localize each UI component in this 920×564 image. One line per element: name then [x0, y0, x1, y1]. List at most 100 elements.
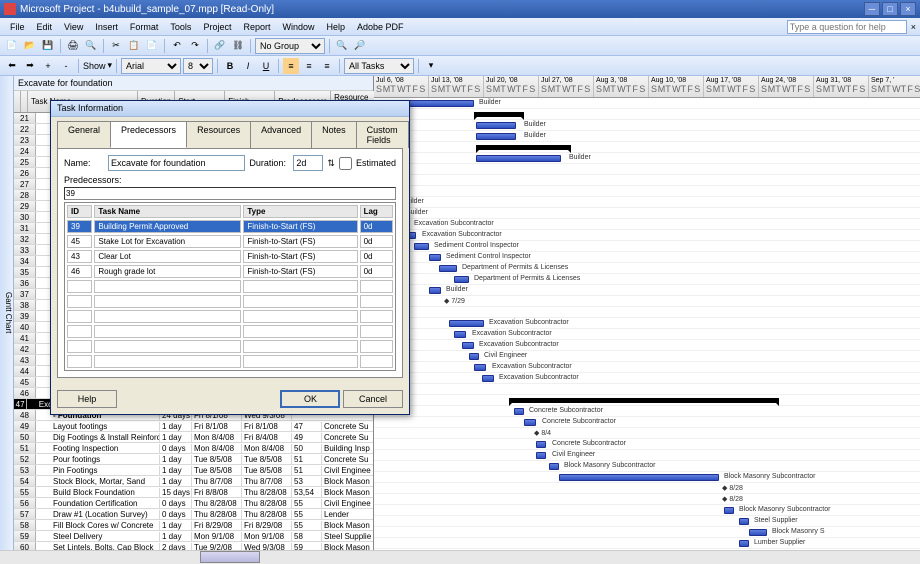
- expand-icon[interactable]: +: [40, 58, 56, 74]
- help-button[interactable]: Help: [57, 390, 117, 408]
- pred-row[interactable]: 39Building Permit ApprovedFinish-to-Star…: [67, 220, 393, 233]
- zoom-in-icon[interactable]: 🔍: [334, 38, 350, 54]
- underline-icon[interactable]: U: [258, 58, 274, 74]
- gantt-bar[interactable]: [476, 122, 516, 129]
- timescale-col[interactable]: Sep 7, 'SMTWTFS: [869, 76, 920, 97]
- fontsize-select[interactable]: 8: [183, 58, 213, 74]
- gantt-bar[interactable]: [414, 243, 429, 250]
- gantt-bar[interactable]: [482, 375, 494, 382]
- gantt-bar[interactable]: [514, 408, 524, 415]
- pred-row-empty[interactable]: [67, 355, 393, 368]
- pred-row-empty[interactable]: [67, 310, 393, 323]
- menu-insert[interactable]: Insert: [89, 20, 124, 34]
- cut-icon[interactable]: ✂: [108, 38, 124, 54]
- gantt-bar[interactable]: [454, 276, 469, 283]
- gantt-bar[interactable]: [454, 331, 466, 338]
- autofilter-icon[interactable]: ▾: [423, 58, 439, 74]
- tab-resources[interactable]: Resources: [186, 121, 251, 148]
- table-row[interactable]: 49Layout footings1 dayFri 8/1/08Fri 8/1/…: [14, 421, 373, 432]
- pred-col-task-name[interactable]: Task Name: [94, 205, 241, 218]
- task-name-input[interactable]: [108, 155, 245, 171]
- timescale-col[interactable]: Jul 20, '08SMTWTFS: [484, 76, 539, 97]
- undo-icon[interactable]: ↶: [169, 38, 185, 54]
- open-icon[interactable]: 📂: [22, 38, 38, 54]
- indent-icon[interactable]: ➡: [22, 58, 38, 74]
- menu-format[interactable]: Format: [124, 20, 165, 34]
- gantt-bar[interactable]: [739, 518, 749, 525]
- tab-predecessors[interactable]: Predecessors: [110, 121, 187, 148]
- gantt-bar[interactable]: [524, 419, 536, 426]
- pred-row-empty[interactable]: [67, 295, 393, 308]
- maximize-button[interactable]: □: [882, 2, 898, 16]
- pred-row[interactable]: 45Stake Lot for ExcavationFinish-to-Star…: [67, 235, 393, 248]
- close-button[interactable]: ×: [900, 2, 916, 16]
- zoom-out-icon[interactable]: 🔎: [352, 38, 368, 54]
- table-row[interactable]: 59Steel Delivery1 dayMon 9/1/08Mon 9/1/0…: [14, 531, 373, 542]
- gantt-bar[interactable]: [549, 463, 559, 470]
- pred-col-type[interactable]: Type: [243, 205, 357, 218]
- duration-input[interactable]: [293, 155, 323, 171]
- italic-icon[interactable]: I: [240, 58, 256, 74]
- timescale-col[interactable]: Aug 24, '08SMTWTFS: [759, 76, 814, 97]
- tab-general[interactable]: General: [57, 121, 111, 148]
- gantt-bar[interactable]: [449, 320, 484, 327]
- table-row[interactable]: 58Fill Block Cores w/ Concrete1 dayFri 8…: [14, 520, 373, 531]
- table-row[interactable]: 55Build Block Foundation15 daysFri 8/8/0…: [14, 487, 373, 498]
- print-icon[interactable]: 🖨: [65, 38, 81, 54]
- timescale-col[interactable]: Jul 27, '08SMTWTFS: [539, 76, 594, 97]
- table-row[interactable]: 60Set Lintels, Bolts, Cap Block2 daysTue…: [14, 542, 373, 550]
- gantt-bar[interactable]: [476, 155, 561, 162]
- cancel-button[interactable]: Cancel: [343, 390, 403, 408]
- preview-icon[interactable]: 🔍: [83, 38, 99, 54]
- save-icon[interactable]: 💾: [40, 38, 56, 54]
- pred-col-id[interactable]: ID: [67, 205, 92, 218]
- gantt-bar[interactable]: [536, 452, 546, 459]
- new-icon[interactable]: 📄: [4, 38, 20, 54]
- gantt-bar[interactable]: [474, 364, 486, 371]
- pred-row-empty[interactable]: [67, 280, 393, 293]
- menu-help[interactable]: Help: [320, 20, 351, 34]
- table-row[interactable]: 51Footing Inspection0 daysMon 8/4/08Mon …: [14, 443, 373, 454]
- table-row[interactable]: 50Dig Footings & Install Reinforcing1 da…: [14, 432, 373, 443]
- table-row[interactable]: 54Stock Block, Mortar, Sand1 dayThu 8/7/…: [14, 476, 373, 487]
- gantt-bar[interactable]: [739, 540, 749, 547]
- bold-icon[interactable]: B: [222, 58, 238, 74]
- help-search-input[interactable]: [787, 20, 907, 34]
- pred-row-empty[interactable]: [67, 325, 393, 338]
- align-center-icon[interactable]: ≡: [301, 58, 317, 74]
- pred-col-lag[interactable]: Lag: [360, 205, 393, 218]
- table-row[interactable]: 53Pin Footings1 dayTue 8/5/08Tue 8/5/085…: [14, 465, 373, 476]
- gantt-bar[interactable]: [724, 507, 734, 514]
- align-left-icon[interactable]: ≡: [283, 58, 299, 74]
- timescale-col[interactable]: Jul 13, '08SMTWTFS: [429, 76, 484, 97]
- gantt-bar[interactable]: [439, 265, 457, 272]
- tab-notes[interactable]: Notes: [311, 121, 357, 148]
- timescale-col[interactable]: Aug 31, '08SMTWTFS: [814, 76, 869, 97]
- gantt-bar[interactable]: [429, 287, 441, 294]
- estimated-checkbox[interactable]: [339, 157, 352, 170]
- pred-row[interactable]: 43Clear LotFinish-to-Start (FS)0d: [67, 250, 393, 263]
- align-right-icon[interactable]: ≡: [319, 58, 335, 74]
- gantt-bar[interactable]: [462, 342, 474, 349]
- scrollbar-thumb[interactable]: [200, 551, 260, 563]
- unlink-icon[interactable]: ⛓: [230, 38, 246, 54]
- ok-button[interactable]: OK: [280, 390, 340, 408]
- gantt-bar[interactable]: [469, 353, 479, 360]
- duration-spinner[interactable]: ⇅: [327, 158, 335, 169]
- scrollbar-horizontal[interactable]: [0, 550, 920, 564]
- redo-icon[interactable]: ↷: [187, 38, 203, 54]
- paste-icon[interactable]: 📄: [144, 38, 160, 54]
- gantt-bars[interactable]: BuilderBuilderBuilderBuilderEngineerBuil…: [374, 98, 920, 550]
- gantt-bar[interactable]: [509, 398, 779, 403]
- gantt-bar[interactable]: [476, 145, 571, 150]
- table-row[interactable]: 56Foundation Certification0 daysThu 8/28…: [14, 498, 373, 509]
- col-rownum[interactable]: [14, 91, 21, 112]
- group-select[interactable]: No Group: [255, 38, 325, 54]
- link-icon[interactable]: 🔗: [212, 38, 228, 54]
- gantt-bar[interactable]: [476, 133, 516, 140]
- col-indicator[interactable]: [21, 91, 28, 112]
- gantt-bar[interactable]: [559, 474, 719, 481]
- gantt-bar[interactable]: [474, 112, 524, 117]
- menu-view[interactable]: View: [58, 20, 89, 34]
- gantt-bar[interactable]: [429, 254, 441, 261]
